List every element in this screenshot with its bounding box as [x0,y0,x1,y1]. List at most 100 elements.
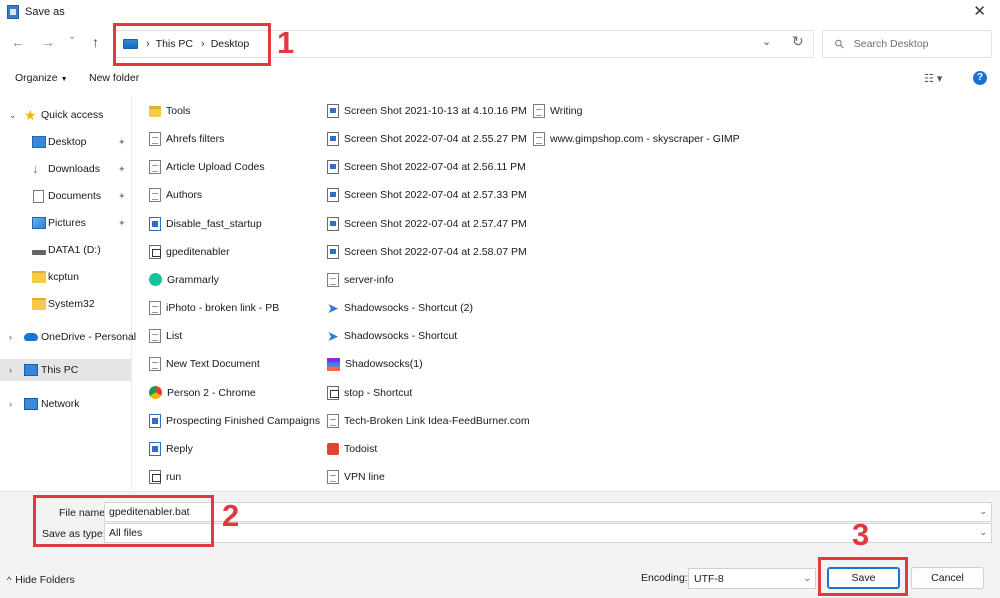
sidebar-item-data1-drive[interactable]: DATA1 (D:) [0,239,131,261]
refresh-icon[interactable]: ↻ [792,33,804,50]
file-item[interactable]: Screen Shot 2021-10-13 at 4.10.16 PM [327,101,527,121]
file-item[interactable]: Screen Shot 2022-07-04 at 2.56.11 PM [327,157,526,177]
sidebar-item-onedrive[interactable]: › OneDrive - Personal [0,326,136,348]
drive-icon [32,249,46,255]
text-file-icon [327,413,339,428]
sidebar-item-label: DATA1 (D:) [48,244,101,256]
file-item-label: Prospecting Finished Campaigns [166,414,321,427]
callout-number-2: 2 [222,498,240,533]
bat-file-icon [149,244,161,259]
sidebar-item-pictures[interactable]: Pictures ✦ [0,212,131,234]
address-history-dropdown-icon[interactable]: ⌄ [762,35,771,48]
file-item-label: Grammarly [167,273,219,286]
file-item[interactable]: run [149,467,181,487]
file-item[interactable]: Grammarly [149,270,219,290]
new-folder-button[interactable]: New folder [89,72,139,84]
file-item[interactable]: Screen Shot 2022-07-04 at 2.58.07 PM [327,242,527,262]
view-options-icon[interactable]: ☷ ▾ [924,72,942,85]
expand-chevron-icon[interactable]: › [9,399,12,409]
file-item[interactable]: stop - Shortcut [327,383,412,403]
back-arrow-icon[interactable]: ← [11,34,25,50]
file-item-label: VPN line [344,470,385,483]
file-item[interactable]: ➤ Shadowsocks - Shortcut (2) [327,298,473,318]
window-title: Save as [25,6,65,18]
file-item[interactable]: New Text Document [149,354,260,374]
file-item[interactable]: iPhoto - broken link - PB [149,298,279,318]
expand-chevron-icon[interactable]: ⌄ [9,110,17,121]
file-list: Tools Ahrefs filters Article Upload Codes A… [133,96,1000,490]
save-as-type-dropdown-icon[interactable]: ⌄ [979,527,987,538]
sidebar-item-desktop[interactable]: Desktop ✦ [0,131,131,153]
sidebar-item-label: This PC [41,364,79,376]
encoding-dropdown-icon[interactable]: ⌄ [803,573,811,584]
file-item[interactable]: www.gimpshop.com - skyscraper - GIMP [533,129,740,149]
file-item[interactable]: Screen Shot 2022-07-04 at 2.57.47 PM [327,214,527,234]
recent-locations-icon[interactable]: ⌄ [68,31,76,42]
file-item[interactable]: Tech-Broken Link Idea-FeedBurner.com [327,411,530,431]
pin-icon: ✦ [118,190,126,201]
file-item[interactable]: Writing [533,101,582,121]
blueapp-file-icon [149,216,161,231]
file-item[interactable]: Screen Shot 2022-07-04 at 2.57.33 PM [327,185,527,205]
search-input[interactable] [853,38,984,50]
sidebar-item-network[interactable]: › Network [0,393,131,415]
file-item-label: Disable_fast_startup [166,217,262,230]
sidebar-item-quick-access[interactable]: ⌄ ★ Quick access [0,104,131,126]
close-icon[interactable]: ✕ [973,2,986,20]
file-item[interactable]: server-info [327,270,394,290]
sidebar-item-kcptun[interactable]: kcptun [0,266,131,288]
forward-arrow-icon[interactable]: → [41,34,55,50]
pictures-icon [32,217,46,229]
sidebar-item-system32[interactable]: System32 [0,293,131,315]
file-item[interactable]: Article Upload Codes [149,157,265,177]
sidebar-item-documents[interactable]: Documents ✦ [0,185,131,207]
cancel-button[interactable]: Cancel [911,567,984,589]
file-item-label: Tech-Broken Link Idea-FeedBurner.com [344,414,530,427]
file-item-label: Screen Shot 2022-07-04 at 2.57.33 PM [344,189,527,202]
file-item-label: Screen Shot 2021-10-13 at 4.10.16 PM [344,105,527,117]
hide-folders-button[interactable]: ^ Hide Folders [7,574,75,586]
shadowsocks-file-icon: ➤ [327,328,339,345]
text-file-icon [149,357,161,372]
file-item[interactable]: VPN line [327,467,385,487]
blueapp-file-icon [149,441,161,456]
file-item-label: Screen Shot 2022-07-04 at 2.57.47 PM [344,217,527,230]
callout-number-3: 3 [852,517,870,552]
file-item[interactable]: Shadowsocks(1) [327,354,423,374]
help-icon[interactable]: ? [973,71,987,85]
file-item[interactable]: Person 2 - Chrome [149,383,256,403]
file-item[interactable]: Disable_fast_startup [149,214,262,234]
file-item[interactable]: gpeditenabler [149,242,230,262]
text-file-icon [149,329,161,344]
file-name-dropdown-icon[interactable]: ⌄ [979,506,987,517]
file-item[interactable]: Authors [149,185,202,205]
file-item-label: Tools [166,105,191,117]
file-item-label: Shadowsocks - Shortcut [344,330,458,343]
expand-chevron-icon[interactable]: › [9,365,12,375]
sidebar-item-this-pc[interactable]: › This PC [0,359,131,381]
navigation-pane: ⌄ ★ Quick access Desktop ✦ ↓ Downloads ✦… [0,96,136,490]
file-item-label: Screen Shot 2022-07-04 at 2.58.07 PM [344,245,527,258]
file-item[interactable]: ➤ Shadowsocks - Shortcut [327,326,457,346]
encoding-select[interactable]: UTF-8 ⌄ [688,568,816,589]
collapse-caret-icon: ^ [7,575,12,585]
file-item-label: iPhoto - broken link - PB [166,302,280,315]
organize-menu[interactable]: Organize ▼ [15,72,68,84]
blueapp-file-icon [149,413,161,428]
sidebar-item-label: Quick access [41,109,104,121]
file-item[interactable]: Todoist [327,439,377,459]
file-item[interactable]: Tools [149,101,191,121]
file-item[interactable]: Ahrefs filters [149,129,224,149]
up-arrow-icon[interactable]: ↑ [92,34,99,50]
search-box[interactable]: ⚲ [822,30,992,58]
file-item[interactable]: Prospecting Finished Campaigns [149,411,320,431]
organize-label: Organize [15,72,58,84]
callout-box-filename [33,495,214,547]
expand-chevron-icon[interactable]: › [9,332,12,342]
file-item[interactable]: Reply [149,439,193,459]
file-item[interactable]: List [149,326,182,346]
sidebar-item-downloads[interactable]: ↓ Downloads ✦ [0,158,131,180]
network-icon [24,398,38,410]
file-item[interactable]: Screen Shot 2022-07-04 at 2.55.27 PM [327,129,527,149]
pin-icon: ✦ [118,163,126,174]
